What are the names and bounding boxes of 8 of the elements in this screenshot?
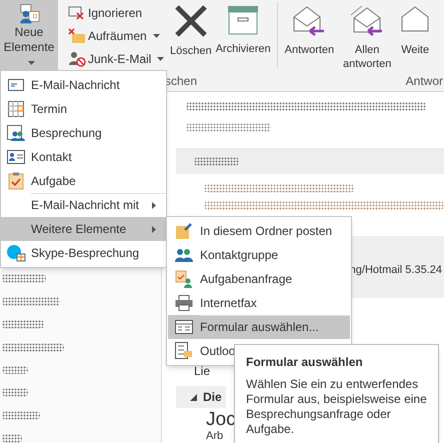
tooltip-title: Formular auswählen <box>246 354 364 371</box>
group-label: Antwor <box>406 73 443 90</box>
tooltip-text: Wählen Sie ein zu entwerfendes Formular aus, beispielsweise eine Besprechungsanfrage oder Aufgabe. <box>246 377 427 437</box>
sender-name: Joc <box>206 410 236 430</box>
body-text: Lie <box>194 363 210 380</box>
section-label: Die <box>203 389 222 406</box>
sender-detail: Arb <box>206 430 224 442</box>
header-text: ng/Hotmail 5.35.24 <box>350 263 442 278</box>
